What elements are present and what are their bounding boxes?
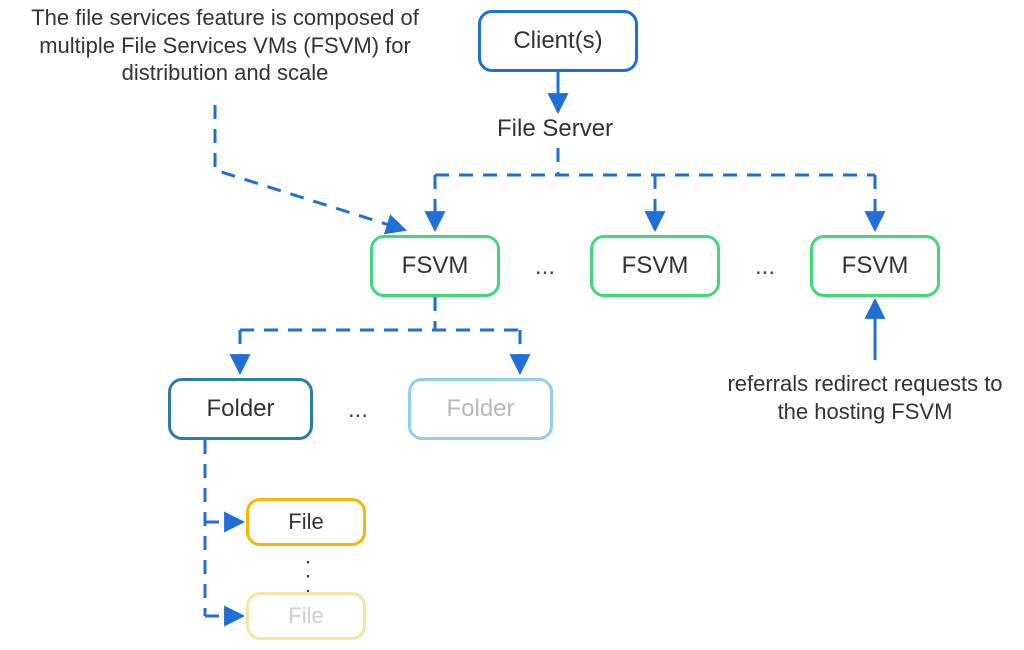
fsvm-node-2: FSVM xyxy=(590,235,720,297)
file-label: File xyxy=(288,509,323,535)
clients-label: Client(s) xyxy=(513,27,602,55)
note-right: referrals redirect requests to the hosti… xyxy=(710,370,1020,425)
folder-label-faded: Folder xyxy=(446,395,514,423)
folder-node-1: Folder xyxy=(168,378,313,440)
file-node-2: File xyxy=(246,592,366,640)
fsvm-label: FSVM xyxy=(402,252,469,280)
note-left: The file services feature is composed of… xyxy=(10,4,440,87)
file-server-label: File Server xyxy=(497,115,613,143)
ellipsis-fsvm-1: ... xyxy=(535,253,555,281)
folder-label: Folder xyxy=(206,395,274,423)
ellipsis-folder: ... xyxy=(348,396,368,424)
clients-node: Client(s) xyxy=(478,10,638,72)
file-node-1: File xyxy=(246,498,366,546)
fsvm-label: FSVM xyxy=(842,252,909,280)
file-label-faded: File xyxy=(288,603,323,629)
folder-node-2: Folder xyxy=(408,378,553,440)
ellipsis-fsvm-2: ... xyxy=(755,253,775,281)
fsvm-label: FSVM xyxy=(622,252,689,280)
fsvm-node-1: FSVM xyxy=(370,235,500,297)
fsvm-node-3: FSVM xyxy=(810,235,940,297)
